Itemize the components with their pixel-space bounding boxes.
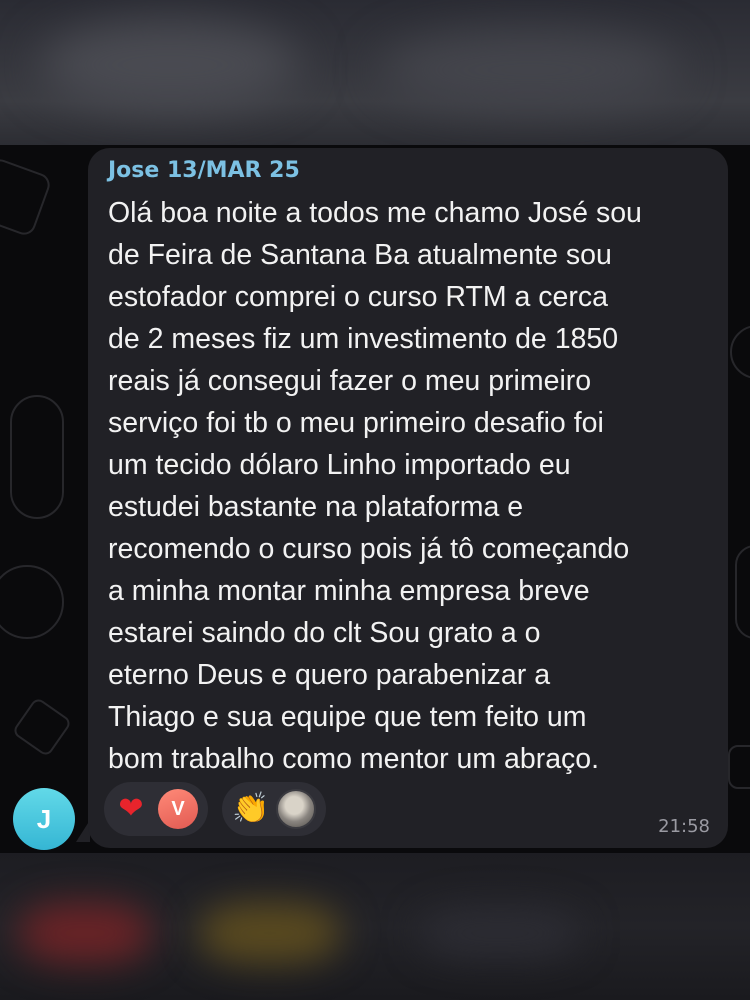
blurred-footer-area bbox=[0, 853, 750, 1000]
screenshot: Jose 13/MAR 25 Olá boa noite a todos me … bbox=[0, 0, 750, 1000]
message-timestamp: 21:58 bbox=[658, 816, 710, 837]
clapping-hands-icon: 👏 bbox=[232, 791, 270, 826]
reaction-heart[interactable]: ❤ V bbox=[104, 782, 208, 836]
reactor-photo-avatar bbox=[276, 789, 316, 829]
message-bubble[interactable]: Jose 13/MAR 25 Olá boa noite a todos me … bbox=[88, 148, 728, 848]
message-text: Olá boa noite a todos me chamo José sou … bbox=[108, 197, 642, 775]
reactor-avatar: V bbox=[158, 789, 198, 829]
reaction-clap[interactable]: 👏 bbox=[222, 782, 326, 836]
reactions-row: ❤ V 👏 bbox=[104, 782, 326, 836]
sender-name[interactable]: Jose 13/MAR 25 bbox=[108, 158, 300, 183]
sender-avatar[interactable]: J bbox=[13, 788, 75, 850]
blurred-header-area bbox=[0, 0, 750, 145]
heart-icon: ❤ bbox=[118, 791, 144, 826]
